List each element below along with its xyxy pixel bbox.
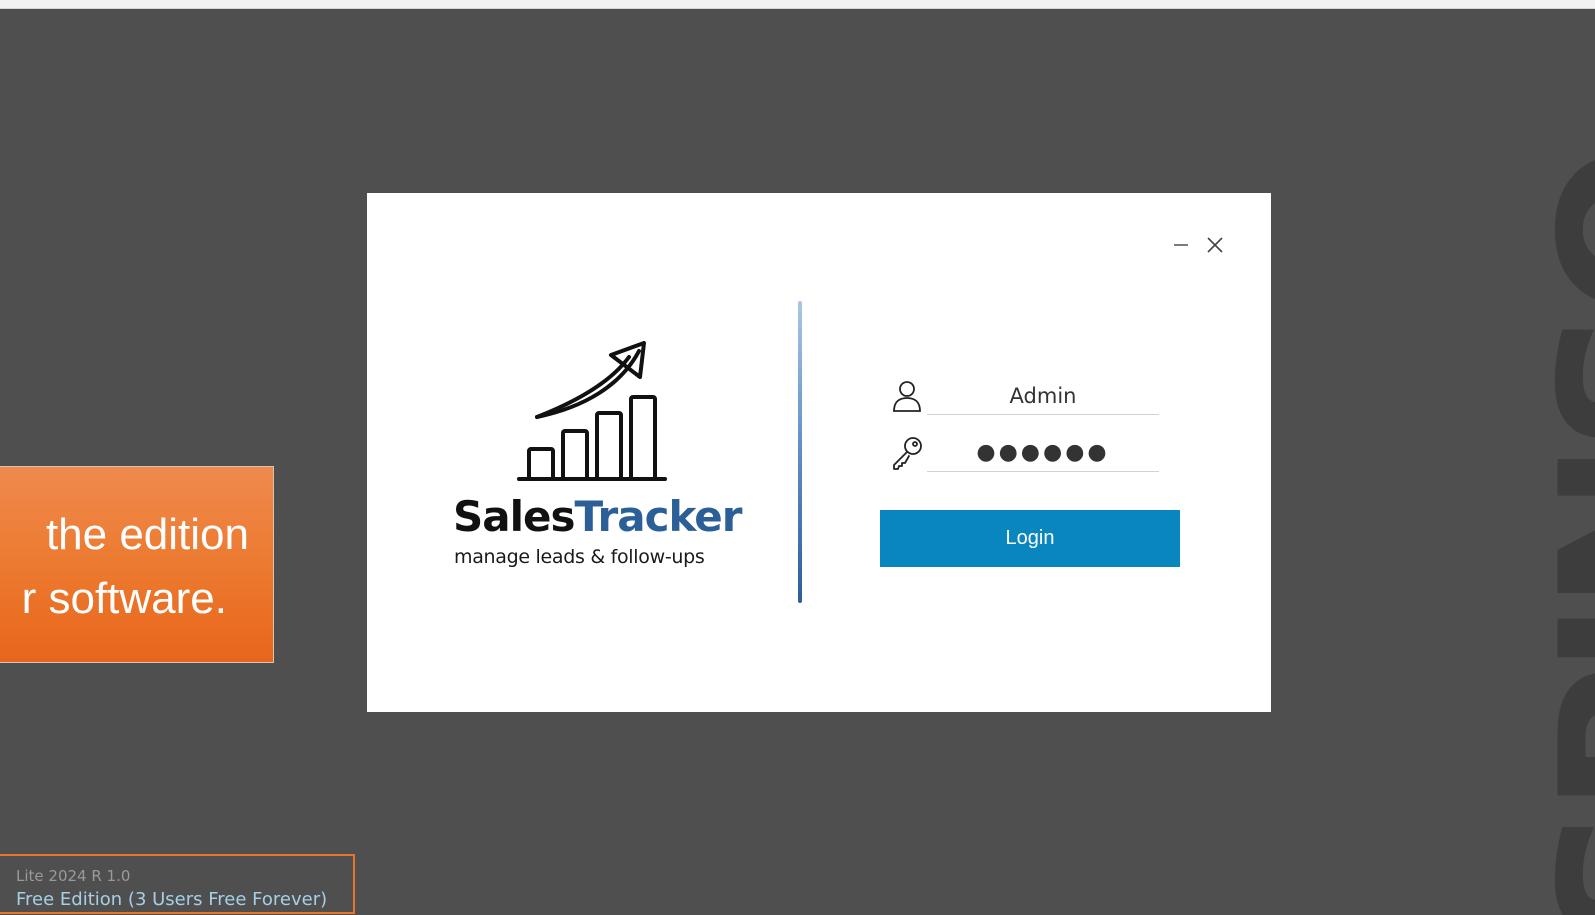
logo-title-sales: Sales: [453, 492, 575, 541]
desktop-background: SPINSO the edition r software. Lite 2024…: [0, 0, 1595, 915]
app-logo-title: SalesTracker: [453, 496, 742, 538]
login-button[interactable]: Login: [880, 510, 1180, 567]
callout-line-2: r software.: [21, 574, 227, 623]
edition-info: Lite 2024 R 1.0 Free Edition (3 Users Fr…: [0, 854, 355, 914]
key-icon: [893, 437, 922, 470]
brand-watermark: SPINSO: [1518, 154, 1595, 915]
minimize-button[interactable]: [1169, 233, 1193, 257]
minimize-icon: [1174, 244, 1188, 246]
login-dialog: SalesTracker manage leads & follow-ups L…: [367, 193, 1271, 712]
vertical-divider: [798, 301, 802, 603]
username-input[interactable]: [927, 377, 1159, 415]
app-logo-tagline: manage leads & follow-ups: [454, 546, 705, 568]
edition-name: Free Edition (3 Users Free Forever): [16, 889, 328, 910]
sales-chart-logo-icon: [517, 341, 667, 481]
user-icon: [893, 381, 921, 412]
callout-line-1: the edition: [45, 510, 249, 559]
top-strip: [0, 0, 1595, 9]
edition-version: Lite 2024 R 1.0: [16, 867, 131, 885]
close-button[interactable]: [1203, 233, 1227, 257]
edition-callout: the edition r software.: [0, 466, 274, 663]
password-input[interactable]: [927, 434, 1159, 472]
logo-title-tracker: Tracker: [574, 492, 742, 541]
close-icon: [1207, 237, 1223, 253]
